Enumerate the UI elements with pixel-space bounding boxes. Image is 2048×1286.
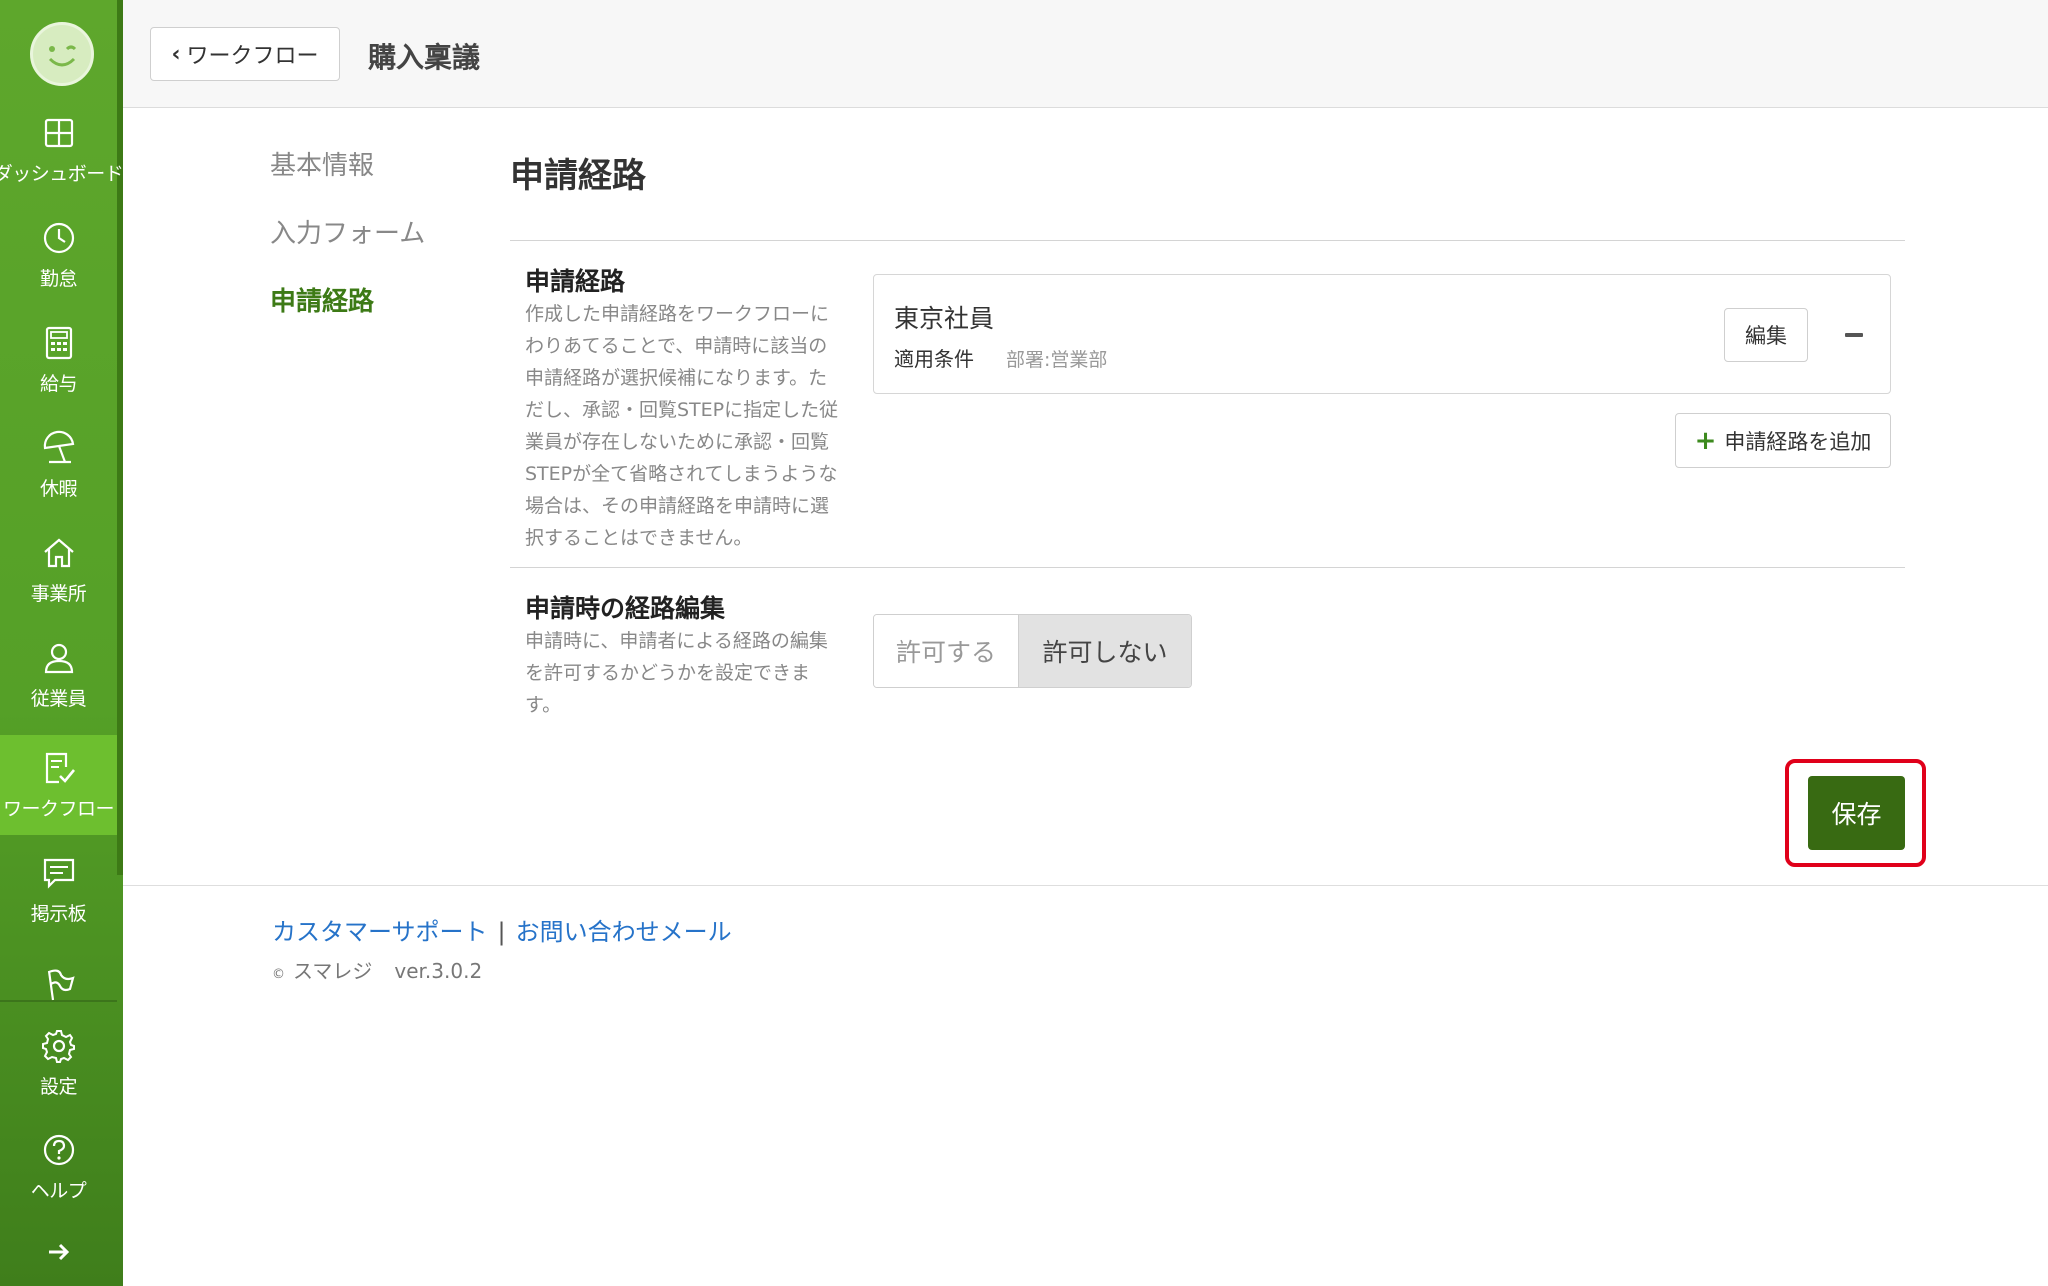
- sidebar-item-label: 事業所: [30, 582, 87, 605]
- calculator-icon: [45, 326, 72, 359]
- sidebar: ダッシュボード 勤怠 給与 休暇 事業所 従業員 ワークフロー 掲示板 設定 ヘ…: [0, 0, 124, 1286]
- chevron-left-icon: ‹: [171, 41, 181, 67]
- beach-umbrella-icon: [43, 430, 74, 463]
- back-to-workflow-button[interactable]: ‹ ワークフロー: [150, 27, 340, 81]
- subnav-item-basic-info[interactable]: 基本情報: [270, 148, 425, 216]
- condition-value: 部署:営業部: [1006, 349, 1108, 371]
- route-row-description: 作成した申請経路をワークフローにわりあてることで、申請時に該当の申請経路が選択候…: [525, 303, 839, 549]
- home-icon: [43, 538, 74, 567]
- add-route-button[interactable]: + 申請経路を追加: [1675, 413, 1891, 468]
- settings-subnav: 基本情報 入力フォーム 申請経路: [270, 148, 425, 352]
- flag-icon: [47, 969, 75, 1001]
- copyright: © スマレジ ver.3.0.2: [272, 955, 482, 984]
- sidebar-item-dashboard[interactable]: ダッシュボード: [0, 100, 124, 200]
- sidebar-item-settings[interactable]: 設定: [0, 1013, 117, 1113]
- sidebar-item-label: 休暇: [39, 477, 78, 500]
- sidebar-item-label: 掲示板: [30, 902, 87, 925]
- footer-divider: [123, 885, 2048, 886]
- sidebar-scrollbar[interactable]: [117, 0, 123, 875]
- dashboard-icon: [44, 118, 73, 147]
- remove-route-button[interactable]: [1834, 315, 1874, 355]
- help-circle-icon: [43, 1134, 74, 1165]
- add-route-label: 申請経路を追加: [1724, 429, 1872, 454]
- company-name: スマレジ: [293, 959, 373, 983]
- edit-route-button[interactable]: 編集: [1724, 308, 1808, 362]
- sidebar-item-workflow[interactable]: ワークフロー: [0, 735, 117, 835]
- smiley-logo[interactable]: [30, 22, 94, 86]
- message-icon: [43, 858, 74, 889]
- plus-icon: +: [1694, 425, 1717, 456]
- gear-icon: [41, 1029, 75, 1063]
- sidebar-item-label: 設定: [39, 1075, 78, 1098]
- sidebar-divider: [0, 1000, 117, 1002]
- subnav-item-approval-route[interactable]: 申請経路: [270, 284, 425, 352]
- minus-icon: [1845, 333, 1863, 337]
- sidebar-item-label: ダッシュボード: [0, 162, 124, 185]
- arrow-right-icon: [48, 1243, 69, 1261]
- sidebar-item-label: ヘルプ: [30, 1179, 87, 1202]
- sidebar-item-employees[interactable]: 従業員: [0, 625, 117, 725]
- footer-links: カスタマーサポート | お問い合わせメール: [272, 912, 732, 947]
- divider: [510, 567, 1905, 568]
- subnav-item-input-form[interactable]: 入力フォーム: [270, 216, 425, 284]
- page-title: 購入稟議: [368, 41, 481, 74]
- route-card: 東京社員 適用条件 部署:営業部 編集: [873, 274, 1891, 394]
- sidebar-collapse-button[interactable]: [0, 1222, 117, 1282]
- page-header: ‹ ワークフロー 購入稟議: [123, 0, 2048, 108]
- toggle-deny[interactable]: 許可しない: [1019, 615, 1191, 687]
- sidebar-item-attendance[interactable]: 勤怠: [0, 205, 117, 305]
- copyright-symbol: ©: [272, 967, 285, 982]
- route-name: 東京社員: [894, 304, 995, 333]
- sidebar-item-label: ワークフロー: [2, 797, 115, 820]
- sidebar-item-label: 従業員: [30, 687, 87, 710]
- route-row-title: 申請経路: [525, 267, 626, 296]
- version-label: ver.3.0.2: [394, 959, 483, 983]
- section-title: 申請経路: [510, 156, 646, 196]
- save-button[interactable]: 保存: [1808, 776, 1905, 850]
- person-icon: [44, 643, 73, 673]
- contact-mail-link[interactable]: お問い合わせメール: [516, 918, 732, 946]
- back-button-label: ワークフロー: [186, 44, 319, 69]
- edit-row-description: 申請時に、申請者による経路の編集を許可するかどうかを設定できます。: [525, 630, 828, 716]
- edit-row-title: 申請時の経路編集: [525, 594, 726, 623]
- divider: [510, 240, 1905, 241]
- clock-icon: [43, 222, 74, 253]
- footer-separator: |: [497, 918, 506, 946]
- route-edit-toggle: 許可する 許可しない: [873, 614, 1192, 688]
- sidebar-item-help[interactable]: ヘルプ: [0, 1117, 117, 1217]
- sidebar-item-payroll[interactable]: 給与: [0, 310, 117, 410]
- sidebar-item-label: 給与: [39, 372, 78, 395]
- customer-support-link[interactable]: カスタマーサポート: [272, 918, 488, 946]
- sidebar-item-leave[interactable]: 休暇: [0, 415, 117, 515]
- condition-label: 適用条件: [894, 347, 974, 371]
- sidebar-item-office[interactable]: 事業所: [0, 520, 117, 620]
- toggle-allow[interactable]: 許可する: [874, 615, 1020, 687]
- sidebar-item-label: 勤怠: [39, 267, 78, 290]
- workflow-check-icon: [45, 752, 75, 783]
- sidebar-item-bulletin[interactable]: 掲示板: [0, 840, 117, 940]
